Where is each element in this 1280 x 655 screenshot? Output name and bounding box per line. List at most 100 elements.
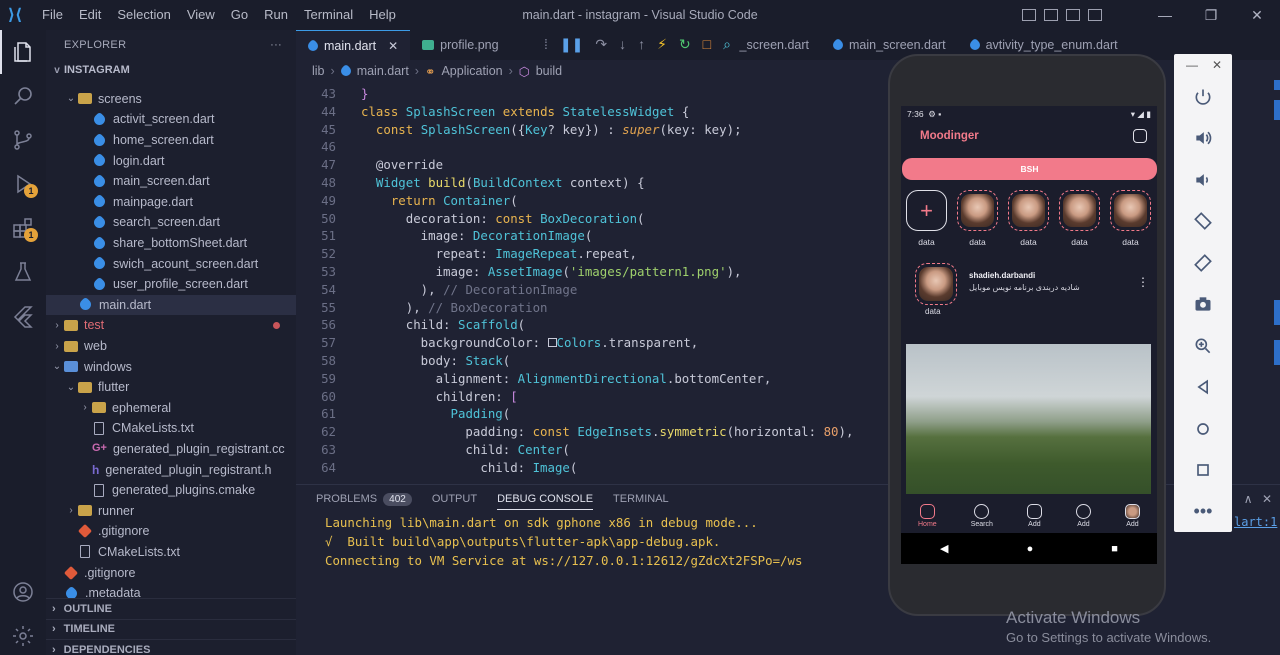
tree-item[interactable]: user_profile_screen.dart (46, 274, 296, 295)
direct-icon[interactable] (1133, 129, 1147, 143)
recents-icon[interactable]: ■ (1111, 543, 1118, 555)
hot-reload-icon[interactable]: ⚡ (657, 36, 667, 53)
post-image[interactable] (906, 344, 1151, 494)
stop-icon[interactable]: □ (703, 36, 711, 52)
menu-run[interactable]: Run (256, 0, 296, 30)
restore-button[interactable]: ❐ (1188, 0, 1234, 30)
home-circle-icon[interactable]: ● (1027, 543, 1034, 555)
post-avatar[interactable] (915, 263, 957, 305)
tab-output[interactable]: OUTPUT (432, 493, 477, 505)
tree-item[interactable]: login.dart (46, 150, 296, 171)
menu-file[interactable]: File (34, 0, 71, 30)
menu-edit[interactable]: Edit (71, 0, 109, 30)
menu-terminal[interactable]: Terminal (296, 0, 361, 30)
run-debug-icon[interactable]: 1 (0, 162, 46, 206)
tree-item[interactable]: ⌄ screens (46, 89, 296, 110)
settings-gear-icon[interactable] (0, 614, 46, 655)
back-icon[interactable]: ◀ (940, 542, 948, 555)
tab-profile-png[interactable]: profile.png (410, 30, 510, 60)
breadcrumb-file[interactable]: main.dart (357, 64, 409, 78)
source-control-icon[interactable] (0, 118, 46, 162)
tree-item[interactable]: G+ generated_plugin_registrant.cc (46, 439, 296, 460)
step-out-icon[interactable]: ↑ (638, 36, 645, 52)
rotate-right-icon[interactable] (1174, 242, 1232, 284)
tree-item[interactable]: .gitignore (46, 521, 296, 542)
restart-icon[interactable]: ↻ (679, 36, 691, 53)
overview-square-icon[interactable] (1174, 450, 1232, 492)
testing-icon[interactable] (0, 250, 46, 294)
devtools-search-icon[interactable]: ⌕ (723, 36, 731, 53)
screenshot-icon[interactable] (1174, 284, 1232, 326)
tree-item[interactable]: swich_acount_screen.dart (46, 253, 296, 274)
tree-item[interactable]: mainpage.dart (46, 192, 296, 213)
story-item[interactable]: data (1008, 190, 1049, 247)
more-options-icon[interactable]: ••• (1174, 491, 1232, 533)
tree-item[interactable]: CMakeLists.txt (46, 418, 296, 439)
tree-item[interactable]: › runner (46, 500, 296, 521)
zoom-icon[interactable] (1174, 325, 1232, 367)
story-item[interactable]: data (1059, 190, 1100, 247)
tree-item[interactable]: main_screen.dart (46, 171, 296, 192)
power-icon[interactable] (1174, 76, 1232, 118)
story-item[interactable]: data (957, 190, 998, 247)
tree-item[interactable]: h generated_plugin_registrant.h (46, 459, 296, 480)
tree-item[interactable]: search_screen.dart (46, 212, 296, 233)
menu-go[interactable]: Go (223, 0, 256, 30)
flutter-icon[interactable] (0, 294, 46, 338)
pause-icon[interactable]: ❚❚ (560, 36, 583, 53)
toggle-panel-icon[interactable] (1044, 9, 1058, 21)
tree-item[interactable]: › web (46, 336, 296, 357)
nav-home[interactable]: Home (918, 504, 937, 528)
dependencies-section[interactable]: › DEPENDENCIES (46, 639, 296, 655)
close-tab-icon[interactable]: ✕ (388, 39, 398, 53)
tree-item[interactable]: share_bottomSheet.dart (46, 233, 296, 254)
breadcrumb-lib[interactable]: lib (312, 64, 325, 78)
more-actions-icon[interactable]: ··· (270, 39, 282, 51)
timeline-section[interactable]: › TIMELINE (46, 618, 296, 640)
explorer-icon[interactable] (0, 30, 46, 74)
account-icon[interactable] (0, 570, 46, 614)
tab-debug-console[interactable]: DEBUG CONSOLE (497, 493, 594, 510)
breadcrumb-class[interactable]: Application (441, 64, 502, 78)
menu-help[interactable]: Help (361, 0, 404, 30)
code-editor[interactable]: 43} 44 class SplashScreen extends Stateles… (296, 86, 896, 478)
breadcrumb-method[interactable]: build (536, 64, 562, 78)
volume-up-icon[interactable] (1174, 118, 1232, 160)
nav-add[interactable]: Add (1026, 504, 1042, 528)
tab-terminal[interactable]: TERMINAL (613, 493, 669, 505)
nav-search[interactable]: Search (971, 504, 993, 528)
home-circle-outline-icon[interactable] (1174, 408, 1232, 450)
drag-handle-icon[interactable]: ⁞ (544, 36, 548, 52)
volume-down-icon[interactable] (1174, 159, 1232, 201)
step-into-icon[interactable]: ↓ (619, 36, 626, 52)
tree-item[interactable]: home_screen.dart (46, 130, 296, 151)
tree-item[interactable]: › test (46, 315, 296, 336)
tree-item[interactable]: main.dart (46, 294, 296, 316)
menu-view[interactable]: View (179, 0, 223, 30)
close-panel-icon[interactable]: ✕ (1262, 492, 1272, 506)
tree-item[interactable]: generated_plugins.cmake (46, 480, 296, 501)
search-icon[interactable] (0, 74, 46, 118)
tab-main-dart[interactable]: main.dart ✕ (296, 30, 411, 60)
outline-section[interactable]: › OUTLINE (46, 598, 296, 619)
tree-item[interactable]: ⌄ flutter (46, 377, 296, 398)
nav-profile[interactable]: Add (1124, 504, 1140, 528)
emulator-screen[interactable]: 7:36 ⚙ ▪ ▾ ◢ ▮ Moodinger BSH + data data… (901, 106, 1157, 564)
story-item[interactable]: data (1110, 190, 1151, 247)
customize-layout-icon[interactable] (1088, 9, 1102, 21)
tree-item[interactable]: › ephemeral (46, 398, 296, 419)
tree-item[interactable]: activit_screen.dart (46, 109, 296, 130)
minimize-button[interactable]: — (1142, 0, 1188, 30)
extensions-icon[interactable]: 1 (0, 206, 46, 250)
bsh-button[interactable]: BSH (902, 158, 1157, 180)
close-emulator-icon[interactable]: ✕ (1212, 58, 1222, 72)
console-file-link[interactable]: lart:1 (1234, 515, 1277, 529)
toggle-sidebar-icon[interactable] (1022, 9, 1036, 21)
back-triangle-icon[interactable] (1174, 367, 1232, 409)
step-over-icon[interactable]: ↷ (595, 36, 607, 53)
add-story[interactable]: + data (906, 190, 947, 247)
close-button[interactable]: ✕ (1234, 0, 1280, 30)
toggle-secondary-sidebar-icon[interactable] (1066, 9, 1080, 21)
tree-item[interactable]: CMakeLists.txt (46, 542, 296, 563)
tab-problems[interactable]: PROBLEMS 402 (316, 493, 412, 506)
